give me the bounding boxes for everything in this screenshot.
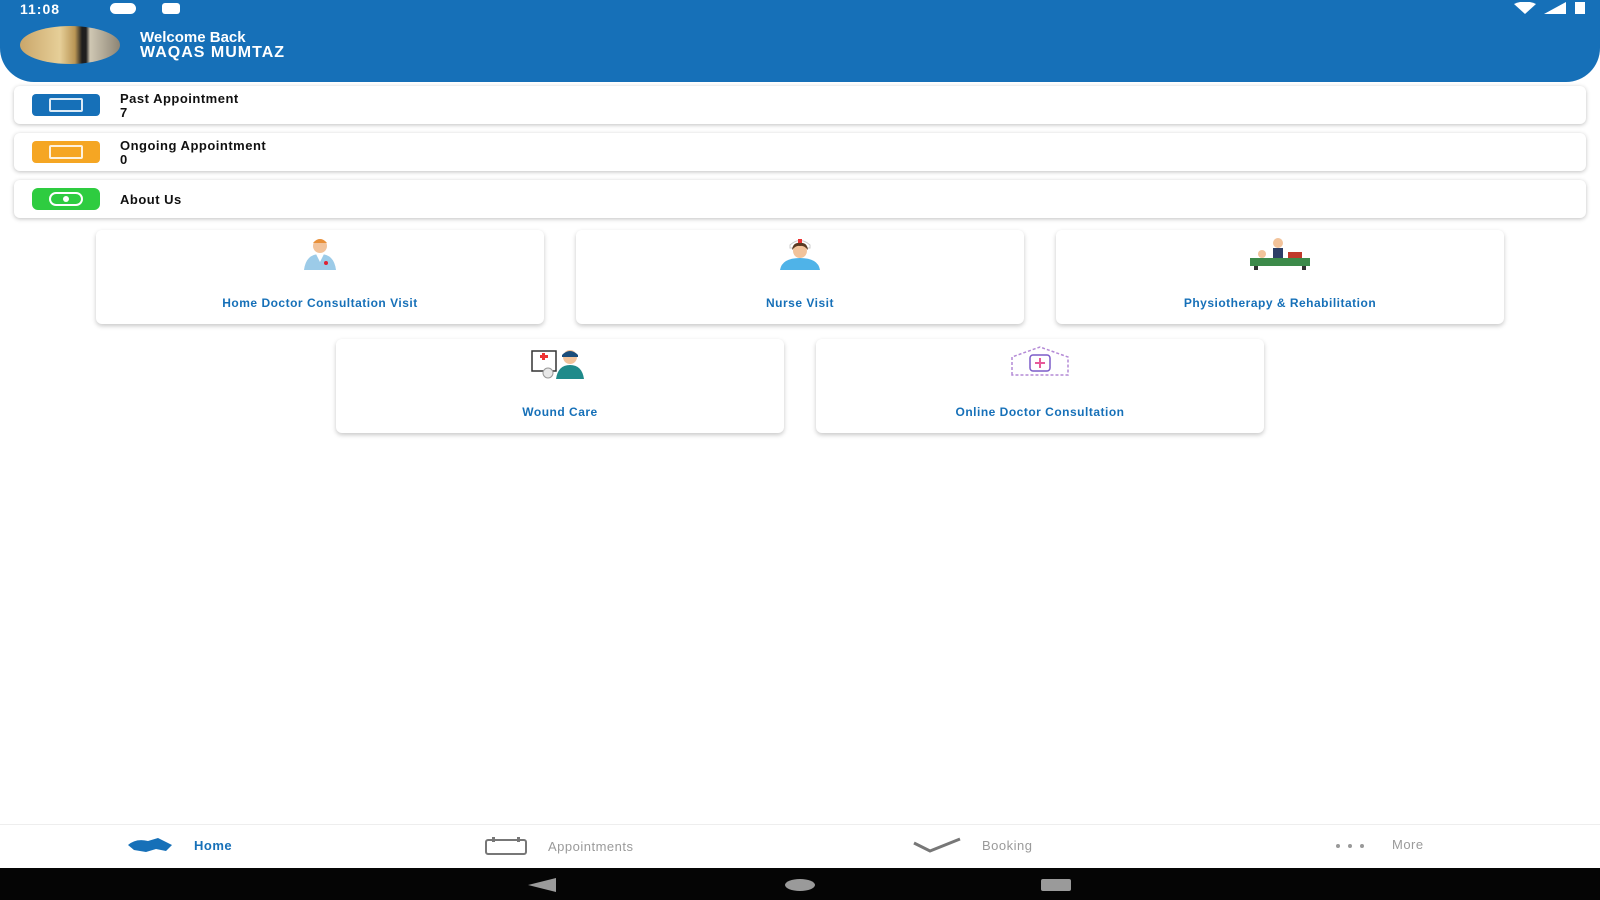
service-label: Nurse Visit <box>766 296 834 310</box>
nav-appointments[interactable]: Appointments <box>484 837 634 855</box>
calendar-icon <box>32 141 100 163</box>
bottom-navigation: Home Appointments Booking More <box>0 824 1600 869</box>
nav-more-label: More <box>1392 837 1424 852</box>
notification-icon <box>110 3 136 14</box>
ongoing-appointment-row[interactable]: Ongoing Appointment 0 <box>14 133 1586 171</box>
more-icon <box>1336 843 1364 848</box>
back-icon[interactable] <box>528 878 556 892</box>
service-card-physiotherapy[interactable]: Physiotherapy & Rehabilitation <box>1056 230 1504 324</box>
online-consult-icon <box>1011 346 1069 376</box>
service-card-home-doctor[interactable]: Home Doctor Consultation Visit <box>96 230 544 324</box>
service-label: Home Doctor Consultation Visit <box>222 296 418 310</box>
service-card-online-consultation[interactable]: Online Doctor Consultation <box>816 339 1264 433</box>
about-us-row[interactable]: About Us <box>14 180 1586 218</box>
nav-booking-label: Booking <box>982 837 1033 853</box>
nav-booking[interactable]: Booking <box>912 837 1032 853</box>
physio-icon <box>1250 238 1310 270</box>
nav-appointments-label: Appointments <box>548 838 634 854</box>
about-us-label: About Us <box>120 192 182 207</box>
signal-icon <box>1544 2 1566 14</box>
sim-icon <box>162 3 180 14</box>
doctor-icon <box>304 239 336 270</box>
service-card-wound-care[interactable]: Wound Care <box>336 339 784 433</box>
past-appointment-label: Past Appointment <box>120 91 239 106</box>
service-label: Wound Care <box>522 405 598 419</box>
battery-icon <box>1575 2 1585 14</box>
ongoing-appointment-count: 0 <box>120 152 128 167</box>
home-icon <box>128 838 172 852</box>
nav-home[interactable]: Home <box>126 837 232 853</box>
recents-icon[interactable] <box>1040 878 1072 892</box>
info-icon <box>32 188 100 210</box>
wound-care-icon <box>531 350 584 379</box>
service-label: Online Doctor Consultation <box>955 405 1125 419</box>
system-navigation-bar <box>0 868 1600 900</box>
nurse-icon <box>780 239 820 270</box>
avatar[interactable] <box>20 26 120 64</box>
wifi-icon <box>1514 2 1536 14</box>
home-button-icon[interactable] <box>784 878 816 892</box>
app-header: 11:08 Welcome Back WAQAS MUMTAZ <box>0 0 1600 82</box>
calendar-icon <box>32 94 100 116</box>
service-label: Physiotherapy & Rehabilitation <box>1183 296 1377 310</box>
past-appointment-row[interactable]: Past Appointment 7 <box>14 86 1586 124</box>
calendar-icon <box>485 837 527 855</box>
service-card-nurse-visit[interactable]: Nurse Visit <box>576 230 1024 324</box>
ongoing-appointment-label: Ongoing Appointment <box>120 138 267 153</box>
status-right <box>1514 2 1586 14</box>
past-appointment-count: 7 <box>120 105 128 120</box>
nav-home-label: Home <box>194 837 233 853</box>
nav-more[interactable]: More <box>1332 837 1424 852</box>
check-icon <box>913 837 961 853</box>
status-time: 11:08 <box>20 1 61 17</box>
welcome-text: Welcome Back <box>140 29 246 46</box>
status-bar: 11:08 <box>0 0 1600 18</box>
user-name: WAQAS MUMTAZ <box>140 44 286 61</box>
